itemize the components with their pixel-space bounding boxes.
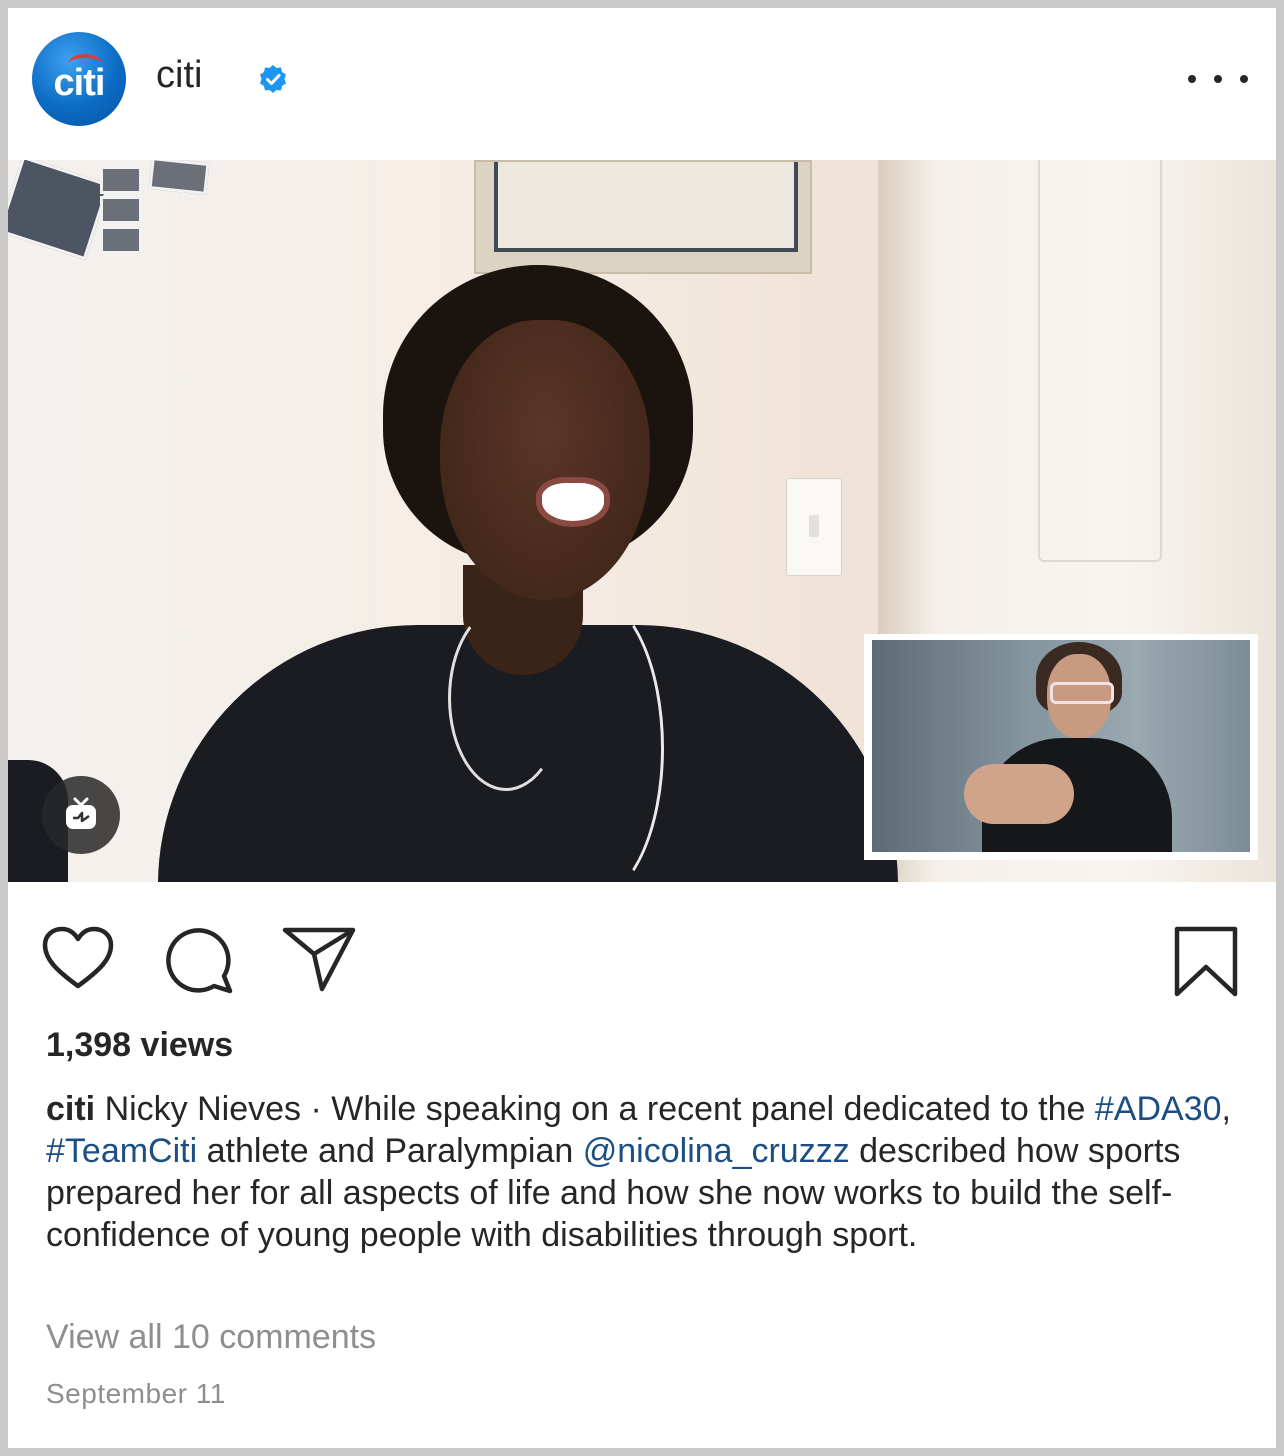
wall-photos <box>8 160 228 261</box>
post-header: citi citi <box>8 8 1276 161</box>
door-panel <box>1038 160 1162 562</box>
paper-plane-icon[interactable] <box>282 926 356 992</box>
hashtag-teamciti[interactable]: #TeamCiti <box>46 1132 197 1170</box>
wall-poster <box>474 160 812 274</box>
verified-badge-icon <box>260 65 286 93</box>
igtv-icon <box>42 776 120 854</box>
post-caption: citi Nicky Nieves · While speaking on a … <box>46 1088 1246 1256</box>
more-dot <box>1214 75 1222 83</box>
more-dot <box>1188 75 1196 83</box>
view-count: 1,398 views <box>46 1026 234 1064</box>
caption-text: , <box>1221 1090 1231 1128</box>
caption-username[interactable]: citi <box>46 1090 95 1128</box>
wall-photo <box>148 160 210 195</box>
post-date: September 11 <box>46 1378 226 1409</box>
speaker-face <box>440 320 650 600</box>
poster-frame <box>494 162 798 252</box>
more-options-icon[interactable] <box>1188 66 1248 92</box>
interpreter-glasses <box>1050 682 1114 704</box>
account-username[interactable]: citi <box>156 54 202 97</box>
instagram-post: citi citi 1,398 views citi Nicky Nieves … <box>8 8 1276 1448</box>
more-dot <box>1240 75 1248 83</box>
speaker-mouth <box>536 477 610 527</box>
igtv-glyph <box>66 797 96 829</box>
view-comments-link[interactable]: View all 10 comments <box>46 1318 376 1357</box>
wall-photo <box>100 196 142 224</box>
sign-language-interpreter-inset <box>864 634 1258 860</box>
wall-photo <box>100 166 142 194</box>
caption-text: Nicky Nieves · While speaking on a recen… <box>95 1090 1095 1128</box>
post-video[interactable] <box>8 160 1276 882</box>
heart-icon[interactable] <box>42 926 114 990</box>
action-bar <box>8 882 1276 1022</box>
interpreter-video <box>872 640 1250 852</box>
interpreter-hands <box>964 764 1074 824</box>
caption-text: athlete and Paralympian <box>197 1132 583 1170</box>
speaker <box>158 265 898 882</box>
wall-photo <box>100 226 142 254</box>
account-avatar[interactable]: citi <box>32 32 126 126</box>
mention-nicolina-cruzzz[interactable]: @nicolina_cruzzz <box>583 1132 850 1170</box>
bookmark-icon[interactable] <box>1174 926 1238 998</box>
avatar-logo-text: citi <box>53 61 106 104</box>
hashtag-ada30[interactable]: #ADA30 <box>1095 1090 1222 1128</box>
earphone-cord <box>518 595 664 882</box>
wall-photo <box>8 160 111 261</box>
comment-bubble-icon[interactable] <box>164 924 236 996</box>
